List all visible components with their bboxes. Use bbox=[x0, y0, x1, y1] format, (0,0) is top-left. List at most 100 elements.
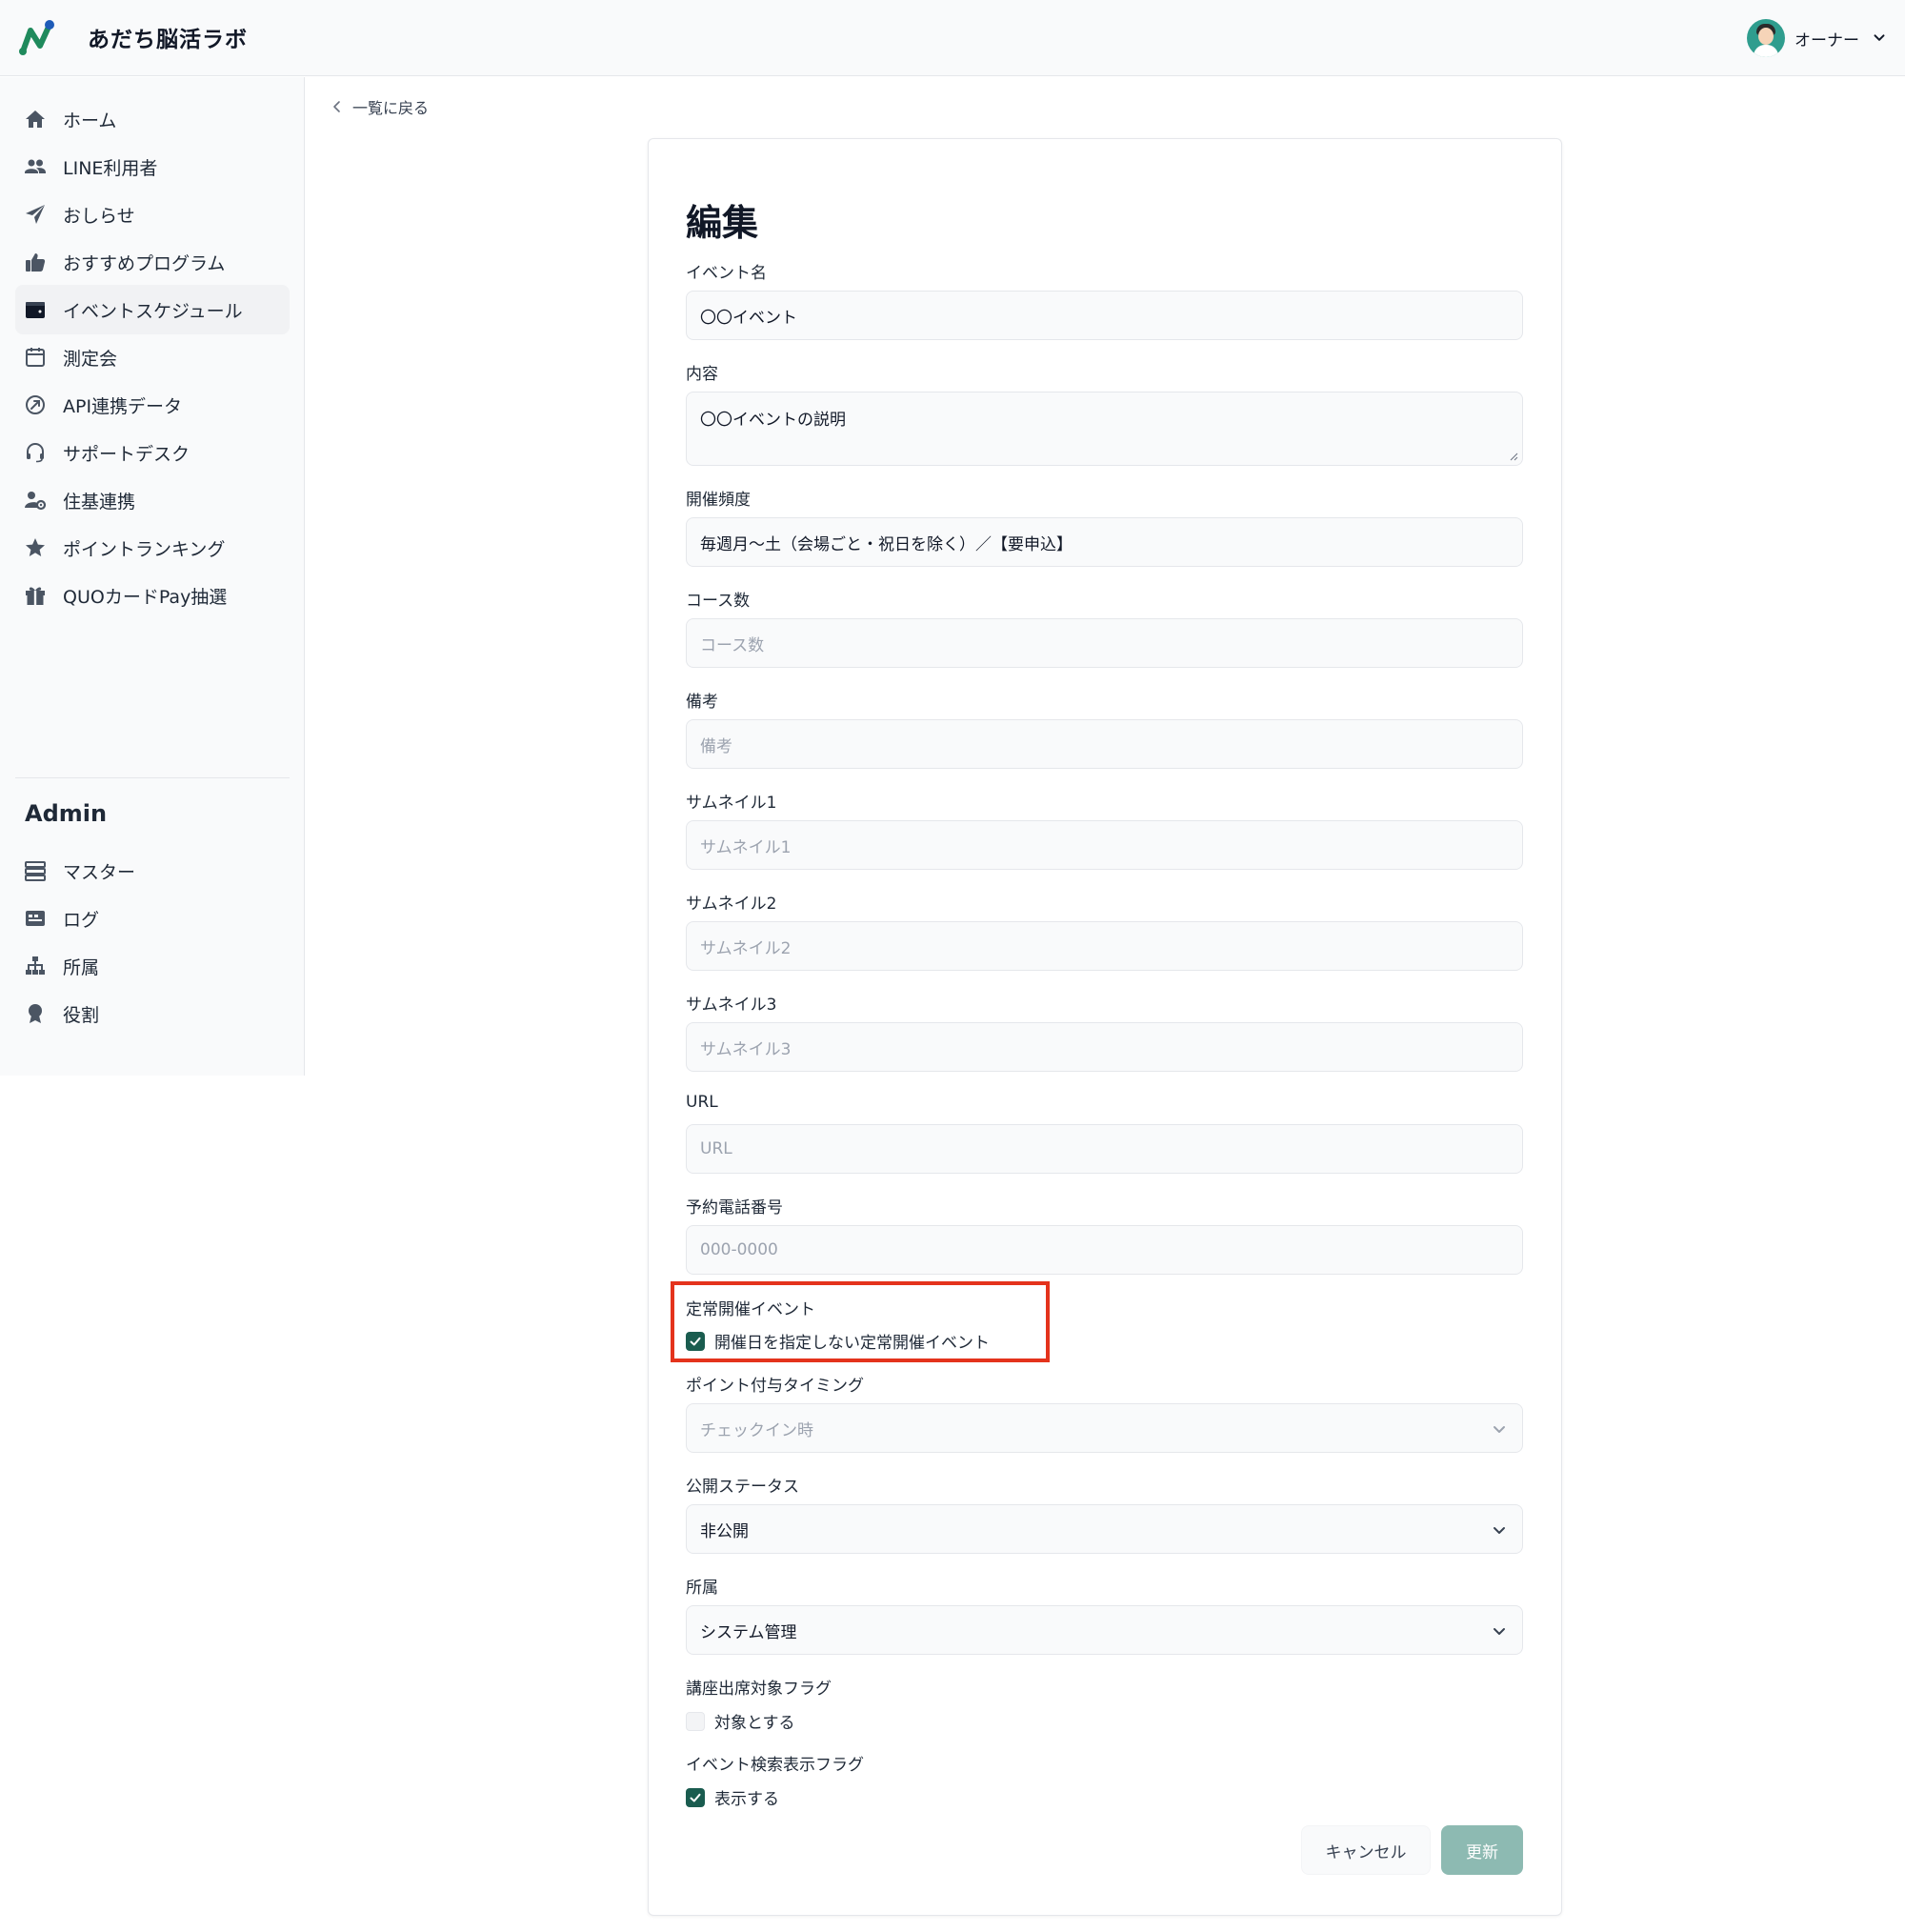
headset-icon bbox=[23, 440, 48, 465]
api-link-icon bbox=[23, 392, 48, 417]
sidebar-item-label: ログ bbox=[63, 909, 100, 931]
publish-status-value: 非公開 bbox=[700, 1521, 749, 1541]
affiliation-label: 所属 bbox=[686, 1579, 718, 1598]
course-count-placeholder: コース数 bbox=[700, 635, 765, 655]
sidebar-item-label: おすすめプログラム bbox=[63, 252, 226, 274]
chevron-down-icon bbox=[1874, 34, 1885, 41]
sidebar-item-affiliation[interactable]: 所属 bbox=[15, 941, 290, 991]
back-link[interactable]: 一覧に戻る bbox=[330, 95, 429, 118]
sidebar-item-label: 測定会 bbox=[63, 348, 118, 370]
point-timing-label: ポイント付与タイミング bbox=[686, 1377, 864, 1396]
thumbnail2-placeholder: サムネイル2 bbox=[700, 938, 792, 958]
thumbnail1-label: サムネイル1 bbox=[686, 794, 777, 813]
sidebar-item-label: マスター bbox=[63, 861, 136, 883]
notes-label: 備考 bbox=[686, 693, 718, 712]
phone-label: 予約電話番号 bbox=[686, 1198, 783, 1218]
chevron-left-icon bbox=[333, 101, 340, 112]
search-flag-label: イベント検索表示フラグ bbox=[686, 1756, 864, 1775]
sidebar-item-quo-lottery[interactable]: QUOカードPay抽選 bbox=[15, 571, 290, 620]
recurring-label: 定常開催イベント bbox=[686, 1300, 815, 1319]
cancel-button[interactable]: キャンセル bbox=[1301, 1825, 1431, 1875]
phone-input[interactable]: 000-0000 bbox=[686, 1225, 1523, 1275]
publish-status-select[interactable]: 非公開 bbox=[686, 1504, 1523, 1554]
recurring-checkbox-row[interactable]: 開催日を指定しない定常開催イベント bbox=[686, 1329, 990, 1353]
sidebar-item-event-schedule[interactable]: イベントスケジュール bbox=[15, 285, 290, 334]
paper-plane-icon bbox=[23, 202, 48, 227]
chevron-down-icon bbox=[1494, 1527, 1505, 1534]
home-icon bbox=[23, 107, 48, 131]
app-logo-icon[interactable] bbox=[17, 17, 59, 59]
search-checkbox-row[interactable]: 表示する bbox=[686, 1785, 779, 1809]
affiliation-select[interactable]: システム管理 bbox=[686, 1605, 1523, 1655]
frequency-value: 毎週月〜土（会場ごと・祝日を除く）／【要申込】 bbox=[700, 534, 1073, 554]
sitemap-icon bbox=[23, 954, 48, 978]
sidebar-item-label: 役割 bbox=[63, 1004, 100, 1026]
thumbnail3-input[interactable]: サムネイル3 bbox=[686, 1022, 1523, 1072]
recurring-checkbox[interactable] bbox=[686, 1331, 705, 1351]
star-icon bbox=[23, 535, 48, 560]
calendar-icon bbox=[23, 345, 48, 370]
resize-handle-icon[interactable] bbox=[1509, 452, 1518, 461]
server-icon bbox=[23, 858, 48, 883]
attendance-checkbox-row[interactable]: 対象とする bbox=[686, 1709, 795, 1733]
url-input[interactable]: URL bbox=[686, 1124, 1523, 1174]
thumbnail1-placeholder: サムネイル1 bbox=[700, 837, 792, 857]
event-name-label: イベント名 bbox=[686, 264, 767, 283]
sidebar-item-role[interactable]: 役割 bbox=[15, 989, 290, 1038]
sidebar-item-label: QUOカードPay抽選 bbox=[63, 586, 228, 608]
thumbnail3-placeholder: サムネイル3 bbox=[700, 1039, 792, 1059]
course-count-input[interactable]: コース数 bbox=[686, 618, 1523, 668]
recurring-checkbox-label: 開催日を指定しない定常開催イベント bbox=[714, 1334, 990, 1353]
back-link-label: 一覧に戻る bbox=[352, 99, 430, 117]
users-icon bbox=[23, 154, 48, 179]
point-timing-select[interactable]: チェックイン時 bbox=[686, 1403, 1523, 1453]
event-name-input[interactable]: 〇〇イベント bbox=[686, 291, 1523, 340]
user-name: オーナー bbox=[1795, 30, 1859, 50]
sidebar-item-notices[interactable]: おしらせ bbox=[15, 190, 290, 239]
sidebar-item-label: イベントスケジュール bbox=[63, 300, 243, 322]
thumbnail1-input[interactable]: サムネイル1 bbox=[686, 820, 1523, 870]
chevron-down-icon bbox=[1494, 1628, 1505, 1635]
point-timing-value: チェックイン時 bbox=[700, 1420, 813, 1440]
content-value: 〇〇イベントの説明 bbox=[700, 411, 846, 430]
sidebar-item-home[interactable]: ホーム bbox=[15, 94, 290, 144]
sidebar-item-resident-registry[interactable]: 住基連携 bbox=[15, 475, 290, 525]
url-placeholder: URL bbox=[700, 1139, 732, 1158]
attendance-checkbox-label: 対象とする bbox=[714, 1714, 795, 1733]
attendance-flag-label: 講座出席対象フラグ bbox=[686, 1680, 832, 1699]
search-checkbox-label: 表示する bbox=[714, 1790, 779, 1809]
sidebar-item-label: LINE利用者 bbox=[63, 157, 158, 179]
search-checkbox[interactable] bbox=[686, 1787, 705, 1807]
sidebar-item-label: 所属 bbox=[63, 956, 100, 978]
sidebar-item-master[interactable]: マスター bbox=[15, 846, 290, 896]
thumbnail3-label: サムネイル3 bbox=[686, 996, 777, 1015]
content-textarea[interactable]: 〇〇イベントの説明 bbox=[686, 392, 1523, 466]
url-label: URL bbox=[686, 1093, 718, 1112]
phone-placeholder: 000-0000 bbox=[700, 1240, 778, 1259]
sidebar-divider bbox=[15, 777, 290, 778]
notes-input[interactable]: 備考 bbox=[686, 719, 1523, 769]
sidebar-item-measurement[interactable]: 測定会 bbox=[15, 332, 290, 382]
app-header: あだち脳活ラボ オーナー bbox=[0, 0, 1905, 76]
sidebar-item-support-desk[interactable]: サポートデスク bbox=[15, 428, 290, 477]
sidebar-item-recommended-programs[interactable]: おすすめプログラム bbox=[15, 237, 290, 287]
thumbs-up-icon bbox=[23, 250, 48, 274]
sidebar-item-api-data[interactable]: API連携データ bbox=[15, 380, 290, 430]
user-menu[interactable]: オーナー bbox=[1747, 19, 1894, 57]
thumbnail2-label: サムネイル2 bbox=[686, 895, 777, 914]
sidebar-item-point-ranking[interactable]: ポイントランキング bbox=[15, 523, 290, 573]
log-card-icon bbox=[23, 906, 48, 931]
thumbnail2-input[interactable]: サムネイル2 bbox=[686, 921, 1523, 971]
check-icon bbox=[690, 1793, 701, 1801]
attendance-checkbox[interactable] bbox=[686, 1711, 705, 1731]
update-button[interactable]: 更新 bbox=[1441, 1825, 1523, 1875]
avatar bbox=[1747, 19, 1785, 57]
sidebar-item-line-users[interactable]: LINE利用者 bbox=[15, 142, 290, 191]
content-label: 内容 bbox=[686, 365, 718, 384]
sidebar-item-label: サポートデスク bbox=[63, 443, 190, 465]
check-icon bbox=[690, 1337, 701, 1345]
frequency-input[interactable]: 毎週月〜土（会場ごと・祝日を除く）／【要申込】 bbox=[686, 517, 1523, 567]
sidebar-item-log[interactable]: ログ bbox=[15, 894, 290, 943]
sidebar-item-label: おしらせ bbox=[63, 205, 135, 227]
admin-heading: Admin bbox=[25, 800, 108, 827]
